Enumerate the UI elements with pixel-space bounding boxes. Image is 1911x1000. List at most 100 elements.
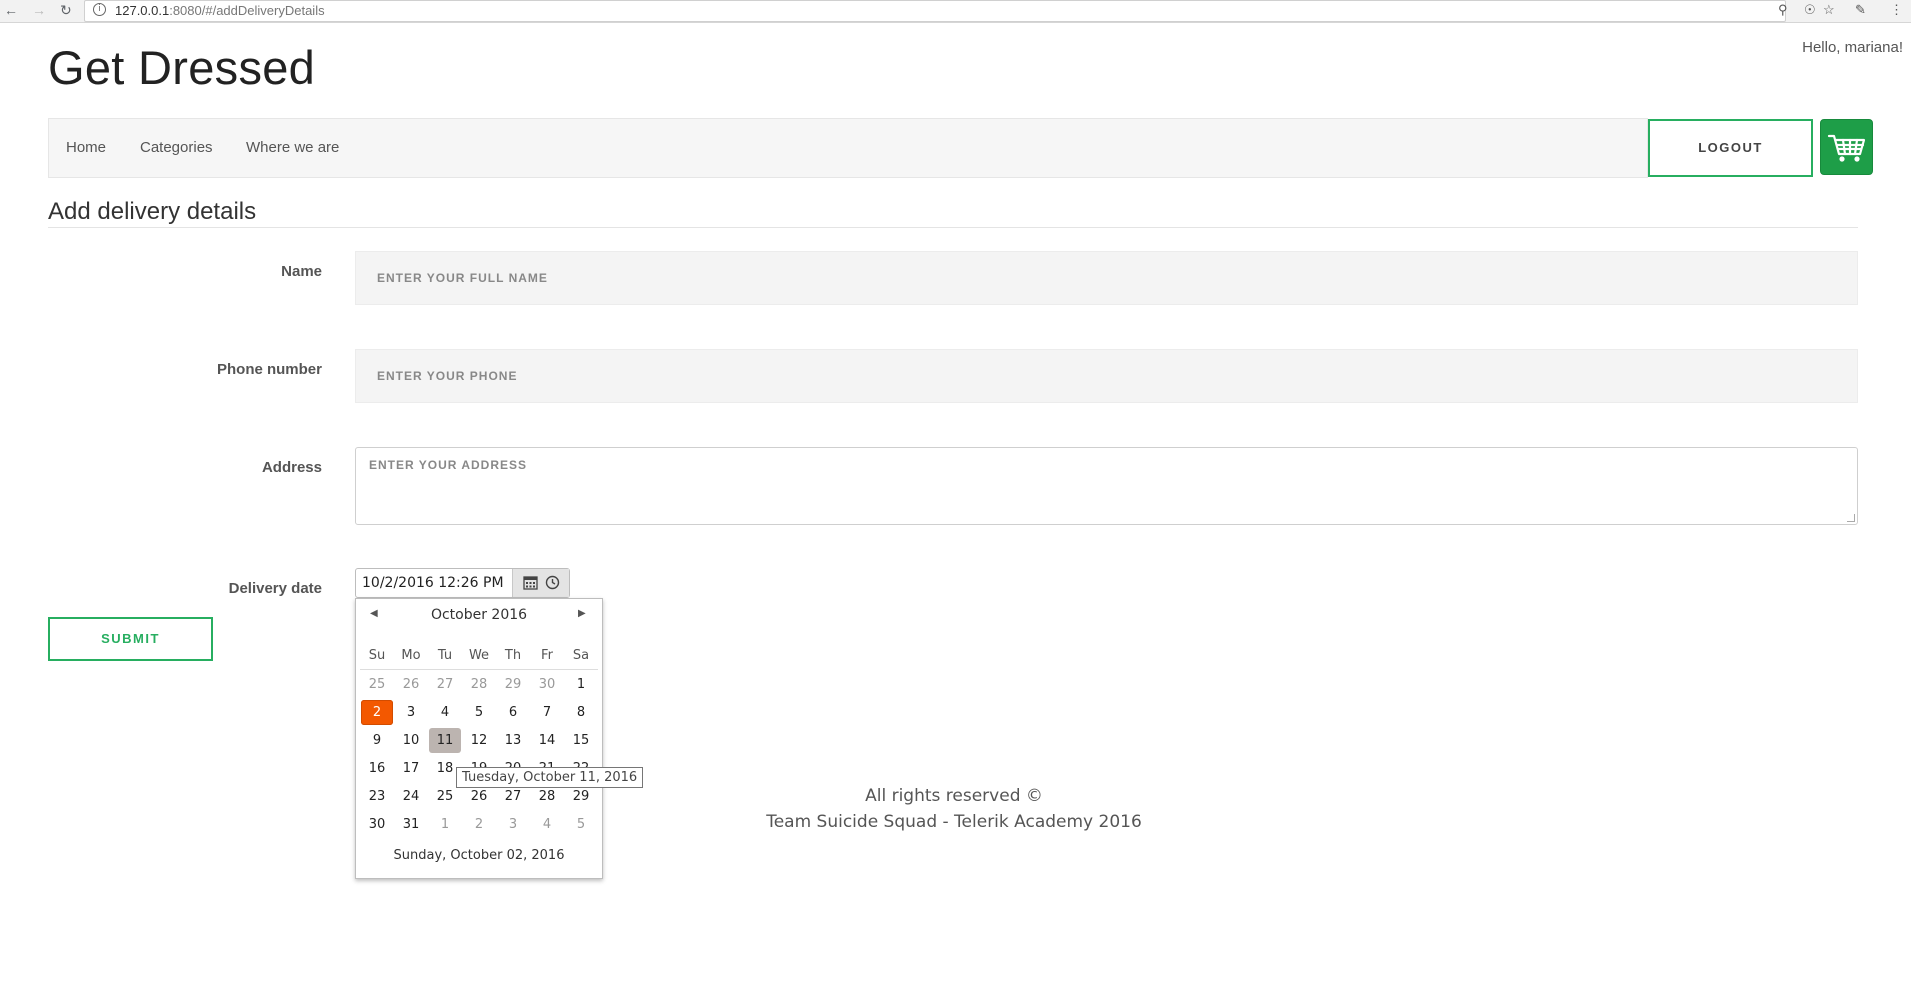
calendar-day[interactable]: 26 (394, 670, 428, 699)
calendar-day[interactable]: 6 (496, 698, 530, 726)
calendar-day[interactable]: 2 (462, 810, 496, 838)
clock-icon[interactable] (545, 575, 560, 595)
back-arrow-icon[interactable]: ← (4, 1, 18, 19)
calendar-day[interactable]: 16 (360, 754, 394, 782)
calendar-footer-date[interactable]: Sunday, October 02, 2016 (356, 848, 602, 863)
calendar-day[interactable]: 14 (530, 726, 564, 754)
calendar-day[interactable]: 27 (428, 670, 462, 699)
calendar-day[interactable]: 4 (428, 698, 462, 726)
calendar-day[interactable]: 1 (564, 670, 598, 699)
logout-button[interactable]: LOGOUT (1648, 119, 1813, 177)
calendar-day[interactable]: 5 (564, 810, 598, 838)
calendar-day[interactable]: 1 (428, 810, 462, 838)
calendar-day-number: 9 (372, 732, 382, 748)
calendar-day-number: 8 (576, 704, 586, 720)
calendar-day[interactable]: 29 (496, 670, 530, 699)
calendar-day[interactable]: 2 (360, 698, 394, 726)
calendar-day[interactable]: 9 (360, 726, 394, 754)
calendar-day[interactable]: 10 (394, 726, 428, 754)
picker-buttons (512, 569, 569, 597)
menu-kebab-icon[interactable]: ⋮ (1890, 1, 1903, 19)
weekday-header: Sa (564, 641, 598, 670)
calendar-day-number: 15 (572, 732, 590, 748)
weekday-header: Th (496, 641, 530, 670)
weekday-header: Tu (428, 641, 462, 670)
calendar-day-number: 29 (504, 676, 522, 692)
page-title: Add delivery details (48, 198, 257, 225)
calendar-month-title[interactable]: October 2016 (356, 607, 602, 623)
name-input[interactable]: ENTER YOUR FULL NAME (355, 251, 1858, 305)
forward-arrow-icon[interactable]: → (32, 1, 46, 19)
calendar-day[interactable]: 23 (360, 782, 394, 810)
phone-input[interactable]: ENTER YOUR PHONE (355, 349, 1858, 403)
reload-icon[interactable]: ↻ (60, 1, 72, 19)
calendar-day[interactable]: 4 (530, 810, 564, 838)
calendar-day[interactable]: 8 (564, 698, 598, 726)
calendar-day[interactable]: 13 (496, 726, 530, 754)
footer-team: Team Suicide Squad - Telerik Academy 201… (766, 812, 1142, 832)
nav-categories[interactable]: Categories (140, 139, 213, 156)
user-greeting: Hello, mariana! (1802, 39, 1903, 56)
resize-handle-icon[interactable] (1847, 514, 1855, 522)
calendar-day[interactable]: 3 (394, 698, 428, 726)
calendar-day-number: 5 (576, 816, 586, 832)
calendar-day-number: 14 (538, 732, 556, 748)
next-month-icon[interactable]: ▶ (578, 608, 586, 619)
calendar-day-number: 4 (542, 816, 552, 832)
calendar-day[interactable]: 15 (564, 726, 598, 754)
heading-divider (48, 227, 1858, 228)
calendar-day-number: 28 (470, 676, 488, 692)
calendar-day[interactable]: 3 (496, 810, 530, 838)
calendar-day-number: 16 (368, 760, 386, 776)
calendar-popup: ◀ October 2016 ▶ Su Mo Tu We Th Fr Sa 25 26 27 28… (355, 598, 603, 879)
pin-icon[interactable]: ☉ (1804, 1, 1816, 19)
datetime-input[interactable]: 10/2/2016 12:26 PM (362, 575, 504, 591)
calendar-day-number: 23 (368, 788, 386, 804)
calendar-day-number: 7 (542, 704, 552, 720)
calendar-grid: Su Mo Tu We Th Fr Sa 25 26 27 28 29 30 1 2 3 4 5 6 7 8 9 10 11… (360, 641, 598, 838)
calendar-day-number: 3 (508, 816, 518, 832)
site-info-icon[interactable]: i (93, 3, 106, 16)
calendar-day[interactable]: 12 (462, 726, 496, 754)
calendar-day[interactable]: 5 (462, 698, 496, 726)
brand-title[interactable]: Get Dressed (48, 40, 315, 95)
nav-home[interactable]: Home (66, 139, 106, 156)
weekday-header: Su (360, 641, 394, 670)
calendar-day[interactable]: 17 (394, 754, 428, 782)
calendar-icon[interactable] (523, 575, 538, 595)
calendar-day-number: 6 (508, 704, 518, 720)
calendar-day[interactable]: 7 (530, 698, 564, 726)
weekday-header: Mo (394, 641, 428, 670)
cart-button[interactable] (1820, 119, 1873, 175)
calendar-day[interactable]: 24 (394, 782, 428, 810)
nav-where-we-are[interactable]: Where we are (246, 139, 339, 156)
calendar-day-number: 30 (368, 816, 386, 832)
submit-button[interactable]: SUBMIT (48, 617, 213, 661)
calendar-day[interactable]: 28 (462, 670, 496, 699)
address-bar[interactable]: i 127.0.0.1:8080/#/addDeliveryDetails (84, 0, 1786, 22)
calendar-day-number: 2 (361, 699, 393, 725)
calendar-day-number: 3 (406, 704, 416, 720)
extension-icon[interactable]: ✎ (1855, 1, 1866, 19)
calendar-day-number: 17 (402, 760, 420, 776)
calendar-day-number: 4 (440, 704, 450, 720)
bookmark-star-icon[interactable]: ☆ (1823, 1, 1835, 19)
url-text: 127.0.0.1:8080/#/addDeliveryDetails (115, 3, 325, 18)
calendar-day-number: 13 (504, 732, 522, 748)
zoom-icon[interactable]: ⚲ (1778, 1, 1788, 19)
calendar-day[interactable]: 11 (428, 726, 462, 754)
delivery-datetime-picker[interactable]: 10/2/2016 12:26 PM (355, 568, 570, 598)
calendar-week-row: 9 10 11 12 13 14 15 (360, 726, 598, 754)
calendar-day[interactable]: 30 (530, 670, 564, 699)
footer-copyright: All rights reserved © (865, 786, 1043, 806)
calendar-day-number: 27 (436, 676, 454, 692)
address-textarea[interactable]: ENTER YOUR ADDRESS (355, 447, 1858, 525)
calendar-day[interactable]: 30 (360, 810, 394, 838)
address-label: Address (261, 459, 322, 476)
weekday-row: Su Mo Tu We Th Fr Sa (360, 641, 598, 670)
address-placeholder: ENTER YOUR ADDRESS (369, 458, 528, 472)
browser-toolbar: ← → ↻ i 127.0.0.1:8080/#/addDeliveryDeta… (0, 0, 1911, 23)
calendar-day[interactable]: 25 (360, 670, 394, 699)
calendar-day[interactable]: 31 (394, 810, 428, 838)
calendar-day-number: 10 (402, 732, 420, 748)
